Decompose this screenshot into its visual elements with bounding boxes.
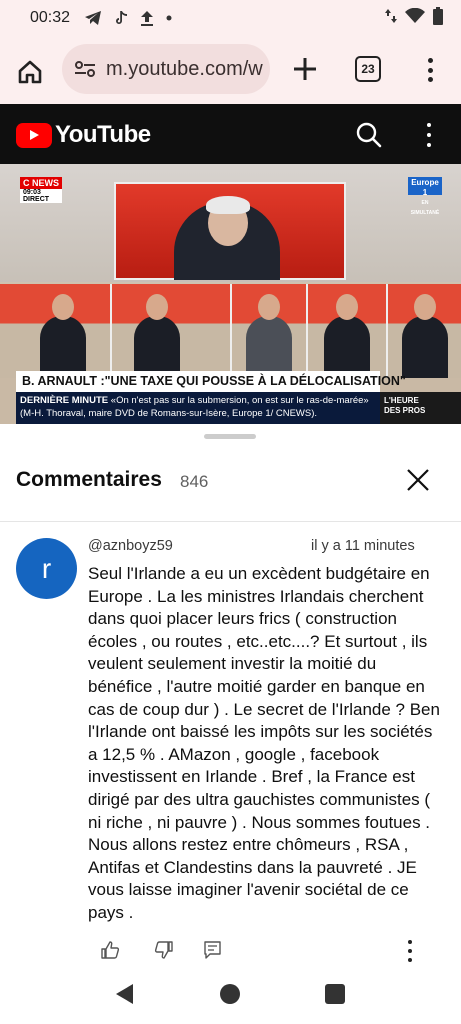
url-text[interactable]: m.youtube.com/w: [106, 58, 263, 81]
home-circle-button[interactable]: [220, 984, 240, 1004]
browser-menu-button[interactable]: [420, 56, 440, 84]
upload-icon: [140, 10, 154, 26]
divider: [0, 521, 461, 522]
comments-sheet: Commentaires 846 r @aznboyz59 il y a 11 …: [0, 424, 461, 968]
search-icon: [356, 122, 382, 148]
drag-handle[interactable]: [204, 434, 256, 439]
video-player[interactable]: C NEWS 09:03 DIRECT Europe 1 EN SIMULTAN…: [0, 164, 461, 424]
plus-icon: [294, 58, 316, 80]
home-icon: [18, 60, 42, 84]
program-label-line2: DES PROS: [384, 406, 426, 415]
battery-icon: [433, 7, 443, 29]
youtube-wordmark: YouTube: [55, 121, 151, 148]
new-tab-button[interactable]: [290, 54, 320, 84]
address-bar[interactable]: m.youtube.com/w: [62, 44, 270, 94]
partner-logo: Europe 1 EN SIMULTANÉ: [408, 177, 442, 216]
close-icon: [407, 469, 429, 491]
more-vert-icon: [408, 940, 412, 944]
channel-logo-name: C NEWS: [20, 177, 62, 189]
back-triangle-icon: [116, 984, 133, 1004]
channel-logo-live: 09:03 DIRECT: [20, 189, 62, 203]
comments-title: Commentaires: [16, 468, 162, 491]
video-panel: [388, 284, 461, 378]
thumbs-up-icon: [101, 941, 120, 959]
video-ticker: DERNIÈRE MINUTE «On n'est pas sur la sub…: [16, 392, 380, 424]
ticker-label: DERNIÈRE MINUTE: [20, 395, 109, 406]
avatar[interactable]: r: [16, 538, 77, 599]
dislike-button[interactable]: [154, 940, 174, 960]
comment-actions: [0, 936, 461, 968]
more-vert-icon: [427, 123, 431, 127]
recents-button[interactable]: [325, 984, 345, 1004]
comment-author[interactable]: @aznboyz59: [88, 538, 173, 554]
video-main-frame: [114, 182, 346, 280]
tiktok-icon: [114, 10, 128, 26]
search-button[interactable]: [355, 121, 383, 149]
video-panel: [308, 284, 388, 378]
close-button[interactable]: [404, 466, 434, 496]
program-label: L'HEURE DES PROS: [380, 392, 461, 424]
partner-logo-name: Europe 1: [411, 178, 439, 197]
dot-icon: [166, 15, 172, 21]
partner-logo-sub: EN SIMULTANÉ: [410, 200, 440, 216]
telegram-icon: [84, 10, 102, 26]
more-vert-icon: [427, 58, 433, 63]
youtube-menu-button[interactable]: [424, 123, 434, 147]
thumbs-down-icon: [154, 941, 173, 959]
like-button[interactable]: [100, 940, 120, 960]
channel-logo: C NEWS 09:03 DIRECT: [20, 177, 62, 203]
video-panel: [112, 284, 232, 378]
program-label-line1: L'HEURE: [384, 396, 419, 405]
site-settings-icon[interactable]: [74, 59, 98, 79]
tab-count: 23: [361, 62, 375, 76]
youtube-header: YouTube: [0, 104, 461, 164]
tab-switcher-button[interactable]: 23: [355, 56, 381, 82]
comment-menu-button[interactable]: [406, 940, 414, 962]
back-button[interactable]: [114, 982, 136, 1006]
system-nav-bar: [0, 968, 461, 1024]
video-headline: B. ARNAULT :"UNE TAXE QUI POUSSE À LA DÉ…: [16, 371, 406, 392]
reply-comment-icon: [204, 941, 221, 959]
video-panel: [0, 284, 112, 378]
avatar-letter: r: [41, 552, 52, 584]
status-bar: 00:32: [0, 0, 461, 36]
youtube-play-icon: [16, 122, 52, 148]
youtube-logo[interactable]: YouTube: [16, 121, 151, 149]
data-arrows-icon: [385, 8, 397, 28]
video-panel: [232, 284, 308, 378]
comments-count: 846: [180, 472, 209, 491]
comment-text: Seul l'Irlande a eu un excèdent budgétai…: [88, 564, 440, 922]
wifi-icon: [405, 7, 425, 28]
reply-button[interactable]: [203, 940, 223, 960]
status-time: 00:32: [30, 9, 71, 26]
home-button[interactable]: [14, 56, 46, 88]
browser-toolbar: m.youtube.com/w 23: [0, 36, 461, 104]
comment-time: il y a 11 minutes: [311, 538, 415, 554]
